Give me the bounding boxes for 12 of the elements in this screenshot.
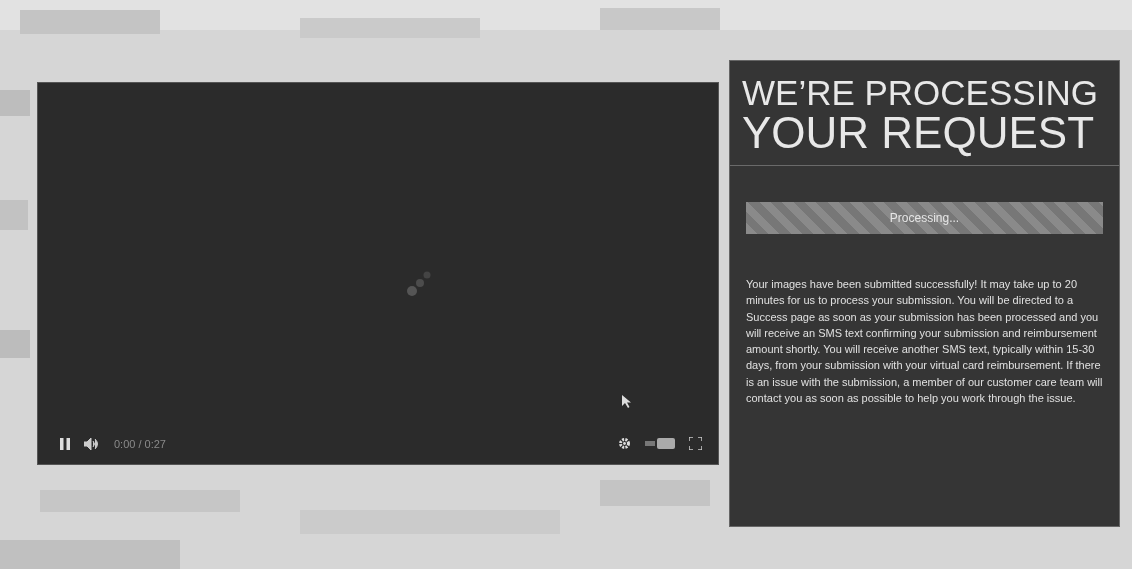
mouse-pointer-icon <box>622 395 632 409</box>
status-message: Your images have been submitted successfully! It may take up to 20 minutes for us to process your submission. You will be directed to a Success page as soon as your submission has been processed and you will receive an SMS text confirming your submission and reimbursement amount shortly. You will receive another SMS text, typically within 15-30 days, from your submission with your virtual card reimbursement. If there is an issue with the submission, a member of our customer care team will contact you as soon as possible to help you work through the issue. <box>746 277 1103 407</box>
progress-label: Processing... <box>889 211 960 225</box>
panel-title: YOUR REQUEST <box>742 111 1096 155</box>
fullscreen-icon[interactable] <box>689 437 702 450</box>
video-player[interactable]: 0:00 / 0:27 <box>37 82 719 465</box>
logo-icon[interactable] <box>645 437 675 450</box>
pause-icon[interactable] <box>60 437 70 450</box>
time-display: 0:00 / 0:27 <box>114 437 166 450</box>
settings-icon[interactable] <box>618 437 631 450</box>
volume-icon[interactable] <box>84 437 100 450</box>
panel-title: WE’RE PROCESSING <box>742 75 1099 111</box>
